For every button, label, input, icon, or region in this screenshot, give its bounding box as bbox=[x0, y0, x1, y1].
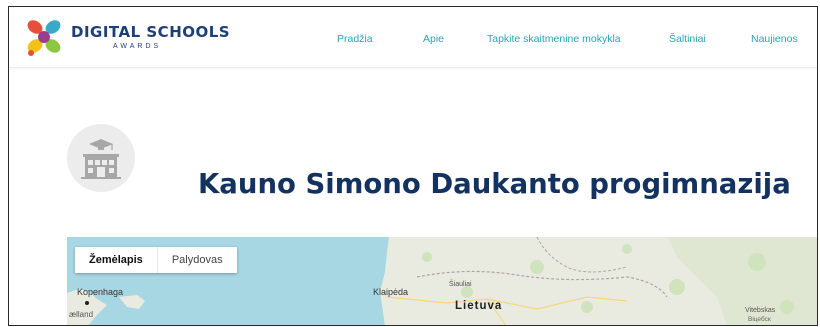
map-label-zealand: ælland bbox=[69, 310, 94, 319]
map-label-vitebskas: Vitebskas bbox=[745, 307, 776, 314]
nav-link-naujienos[interactable]: Naujienos bbox=[751, 33, 798, 45]
school-building-icon bbox=[81, 139, 121, 179]
nav-link-saltiniai[interactable]: Šaltiniai bbox=[669, 33, 706, 45]
satellite-view-button[interactable]: Palydovas bbox=[156, 247, 237, 273]
nav-link-apie[interactable]: Apie bbox=[423, 33, 444, 45]
school-title: Kauno Simono Daukanto progimnazija bbox=[198, 168, 791, 201]
nav-link-become-digital-school[interactable]: Tapkite skaitmenine mokykla bbox=[487, 33, 621, 45]
site-header: DIGITAL SCHOOLS AWARDS Pradžia Apie Tapk… bbox=[9, 7, 817, 68]
map-label-viciebsk: Віцебск bbox=[748, 316, 771, 323]
nav-link-pradzia[interactable]: Pradžia bbox=[337, 33, 373, 45]
main-nav: Pradžia Apie Tapkite skaitmenine mokykla… bbox=[9, 33, 817, 47]
map-label-siauliai: Šiauliai bbox=[449, 281, 472, 288]
map-view-button[interactable]: Žemėlapis bbox=[75, 247, 157, 273]
map-label-lietuva: Lietuva bbox=[455, 300, 503, 312]
school-avatar bbox=[67, 124, 135, 192]
map-type-toggle: Žemėlapis Palydovas bbox=[75, 247, 237, 273]
school-location-map[interactable]: Žemėlapis Palydovas Kopenhaga ælland Kla… bbox=[67, 237, 817, 325]
map-label-klaipeda: Klaipėda bbox=[373, 287, 409, 297]
map-label-kopenhaga: Kopenhaga bbox=[77, 287, 124, 297]
map-city-dot bbox=[85, 301, 89, 305]
browser-viewport: DIGITAL SCHOOLS AWARDS Pradžia Apie Tapk… bbox=[8, 6, 818, 326]
